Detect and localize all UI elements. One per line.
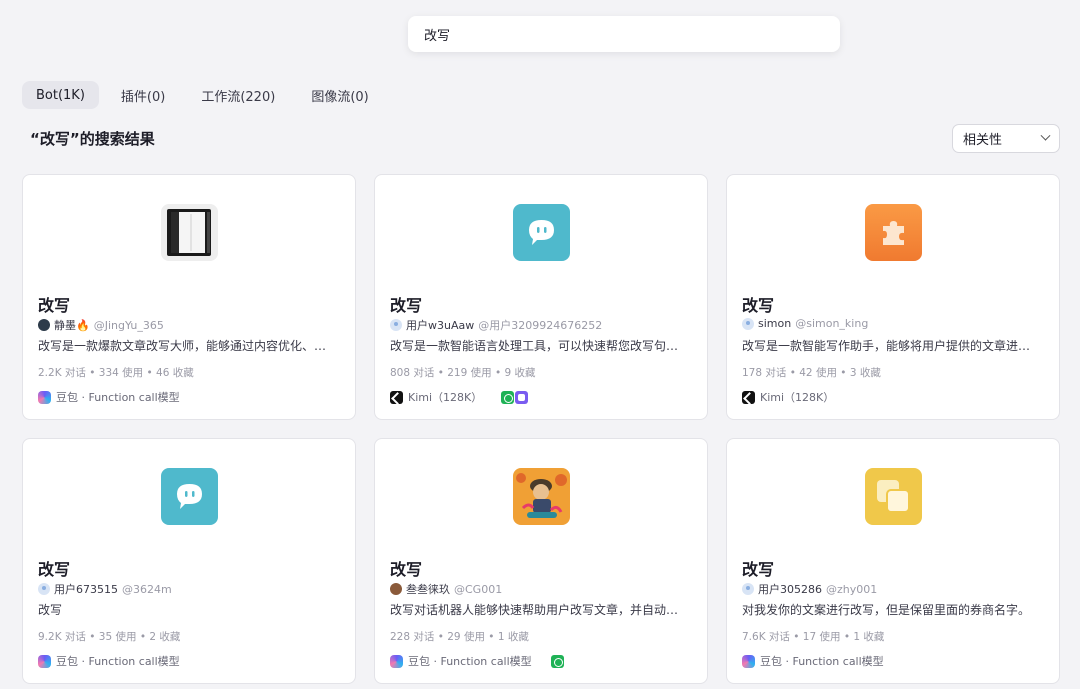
card-model: 豆包 · Function call模型 — [38, 389, 180, 405]
plugin-box-icon — [515, 390, 529, 404]
doubao-logo-icon — [390, 654, 403, 668]
sort-dropdown[interactable]: 相关性 — [952, 124, 1060, 153]
card-title: 改写 — [38, 296, 71, 315]
author-handle: @CG001 — [454, 582, 503, 596]
avatar — [38, 319, 50, 331]
card-stats: 808 对话 • 219 使用 • 9 收藏 — [390, 367, 536, 379]
bot-card[interactable]: 改写 静墨🔥 @JingYu_365 改写是一款爆款文章改写大师，能够通过内容优… — [22, 174, 356, 420]
card-description: 改写对话机器人能够快速帮助用户改写文章，并自动… — [390, 603, 679, 617]
card-stats: 2.2K 对话 • 334 使用 • 46 收藏 — [38, 367, 194, 379]
model-name: 豆包 · Function call模型 — [56, 655, 180, 668]
author-handle: @zhy001 — [826, 582, 878, 596]
author-handle: @用户3209924676252 — [478, 319, 603, 332]
puzzle-icon — [865, 204, 922, 261]
card-author: 用户673515 @3624m — [38, 581, 172, 597]
card-description: 改写是一款智能写作助手，能够将用户提供的文章进… — [742, 339, 1031, 353]
card-title: 改写 — [390, 560, 423, 579]
plugin-icons — [501, 390, 529, 404]
author-handle: @JingYu_365 — [93, 318, 164, 332]
card-model: Kimi（128K） — [742, 389, 834, 405]
tab-bot[interactable]: Bot(1K) — [22, 81, 99, 109]
card-title: 改写 — [390, 296, 423, 315]
doubao-logo-icon — [38, 654, 51, 668]
author-name: simon — [758, 317, 792, 330]
card-title: 改写 — [742, 296, 775, 315]
card-stats: 228 对话 • 29 使用 • 1 收藏 — [390, 631, 529, 643]
plugin-share-icon — [550, 654, 564, 668]
card-author: 用户w3uAaw @用户3209924676252 — [390, 317, 602, 333]
model-name: Kimi（128K） — [408, 391, 483, 404]
plugin-icons — [550, 654, 564, 668]
model-name: Kimi（128K） — [760, 391, 835, 404]
search-box[interactable]: 改写 — [408, 16, 840, 52]
avatar — [742, 317, 754, 330]
card-description: 改写是一款爆款文章改写大师，能够通过内容优化、… — [38, 339, 327, 353]
bot-card[interactable]: 改写 叁叁徕玖 @CG001 改写对话机器人能够快速帮助用户改写文章，并自动… … — [374, 438, 708, 684]
tab-imageflow[interactable]: 图像流(0) — [297, 81, 382, 109]
sort-selected-value: 相关性 — [963, 133, 1003, 148]
copy-squares-icon — [865, 468, 922, 525]
notebook-icon — [161, 204, 218, 261]
card-title: 改写 — [38, 560, 71, 579]
avatar — [390, 319, 402, 331]
card-model: Kimi（128K） — [390, 389, 529, 405]
author-name: 用户673515 — [54, 583, 118, 596]
card-model: 豆包 · Function call模型 — [38, 653, 180, 669]
avatar — [390, 583, 402, 595]
avatar — [38, 583, 50, 595]
avatar — [742, 583, 754, 595]
model-name: 豆包 · Function call模型 — [56, 391, 180, 404]
card-description: 对我发你的文案进行改写，但是保留里面的券商名字。 — [742, 603, 1031, 617]
card-description: 改写是一款智能语言处理工具，可以快速帮您改写句… — [390, 339, 679, 353]
tab-workflow[interactable]: 工作流(220) — [187, 81, 289, 109]
card-author: 用户305286 @zhy001 — [742, 581, 877, 597]
kimi-logo-icon — [742, 390, 755, 404]
search-input[interactable]: 改写 — [424, 25, 450, 44]
result-type-tabs: Bot(1K) 插件(0) 工作流(220) 图像流(0) — [22, 81, 383, 109]
model-name: 豆包 · Function call模型 — [408, 655, 532, 668]
card-model: 豆包 · Function call模型 — [742, 653, 884, 669]
card-author: 静墨🔥 @JingYu_365 — [38, 317, 164, 333]
card-model: 豆包 · Function call模型 — [390, 653, 564, 669]
author-name: 用户w3uAaw — [406, 319, 475, 332]
author-handle: @simon_king — [795, 317, 869, 330]
card-description: 改写 — [38, 603, 63, 617]
bot-card[interactable]: 改写 simon @simon_king 改写是一款智能写作助手，能够将用户提供… — [726, 174, 1060, 420]
author-handle: @3624m — [122, 582, 172, 596]
bot-card[interactable]: 改写 用户w3uAaw @用户3209924676252 改写是一款智能语言处理… — [374, 174, 708, 420]
kimi-logo-icon — [390, 390, 403, 404]
card-author: 叁叁徕玖 @CG001 — [390, 581, 502, 597]
card-title: 改写 — [742, 560, 775, 579]
chat-bubble-icon — [161, 468, 218, 525]
card-stats: 9.2K 对话 • 35 使用 • 2 收藏 — [38, 631, 181, 643]
card-author: simon @simon_king — [742, 317, 868, 330]
bot-card[interactable]: 改写 用户673515 @3624m 改写 9.2K 对话 • 35 使用 • … — [22, 438, 356, 684]
chat-bubble-icon — [513, 204, 570, 261]
card-stats: 7.6K 对话 • 17 使用 • 1 收藏 — [742, 631, 885, 643]
card-stats: 178 对话 • 42 使用 • 3 收藏 — [742, 367, 881, 379]
doubao-logo-icon — [38, 390, 51, 404]
tab-plugin[interactable]: 插件(0) — [107, 81, 179, 109]
author-name: 静墨🔥 — [54, 319, 90, 332]
plugin-share-icon — [501, 390, 515, 404]
results-title: “改写”的搜索结果 — [30, 130, 155, 148]
character-illustration-icon — [513, 468, 570, 525]
doubao-logo-icon — [742, 654, 755, 668]
chevron-down-icon — [1040, 130, 1051, 141]
bot-card[interactable]: 改写 用户305286 @zhy001 对我发你的文案进行改写，但是保留里面的券… — [726, 438, 1060, 684]
author-name: 叁叁徕玖 — [406, 583, 450, 596]
author-name: 用户305286 — [758, 583, 822, 596]
model-name: 豆包 · Function call模型 — [760, 655, 884, 668]
